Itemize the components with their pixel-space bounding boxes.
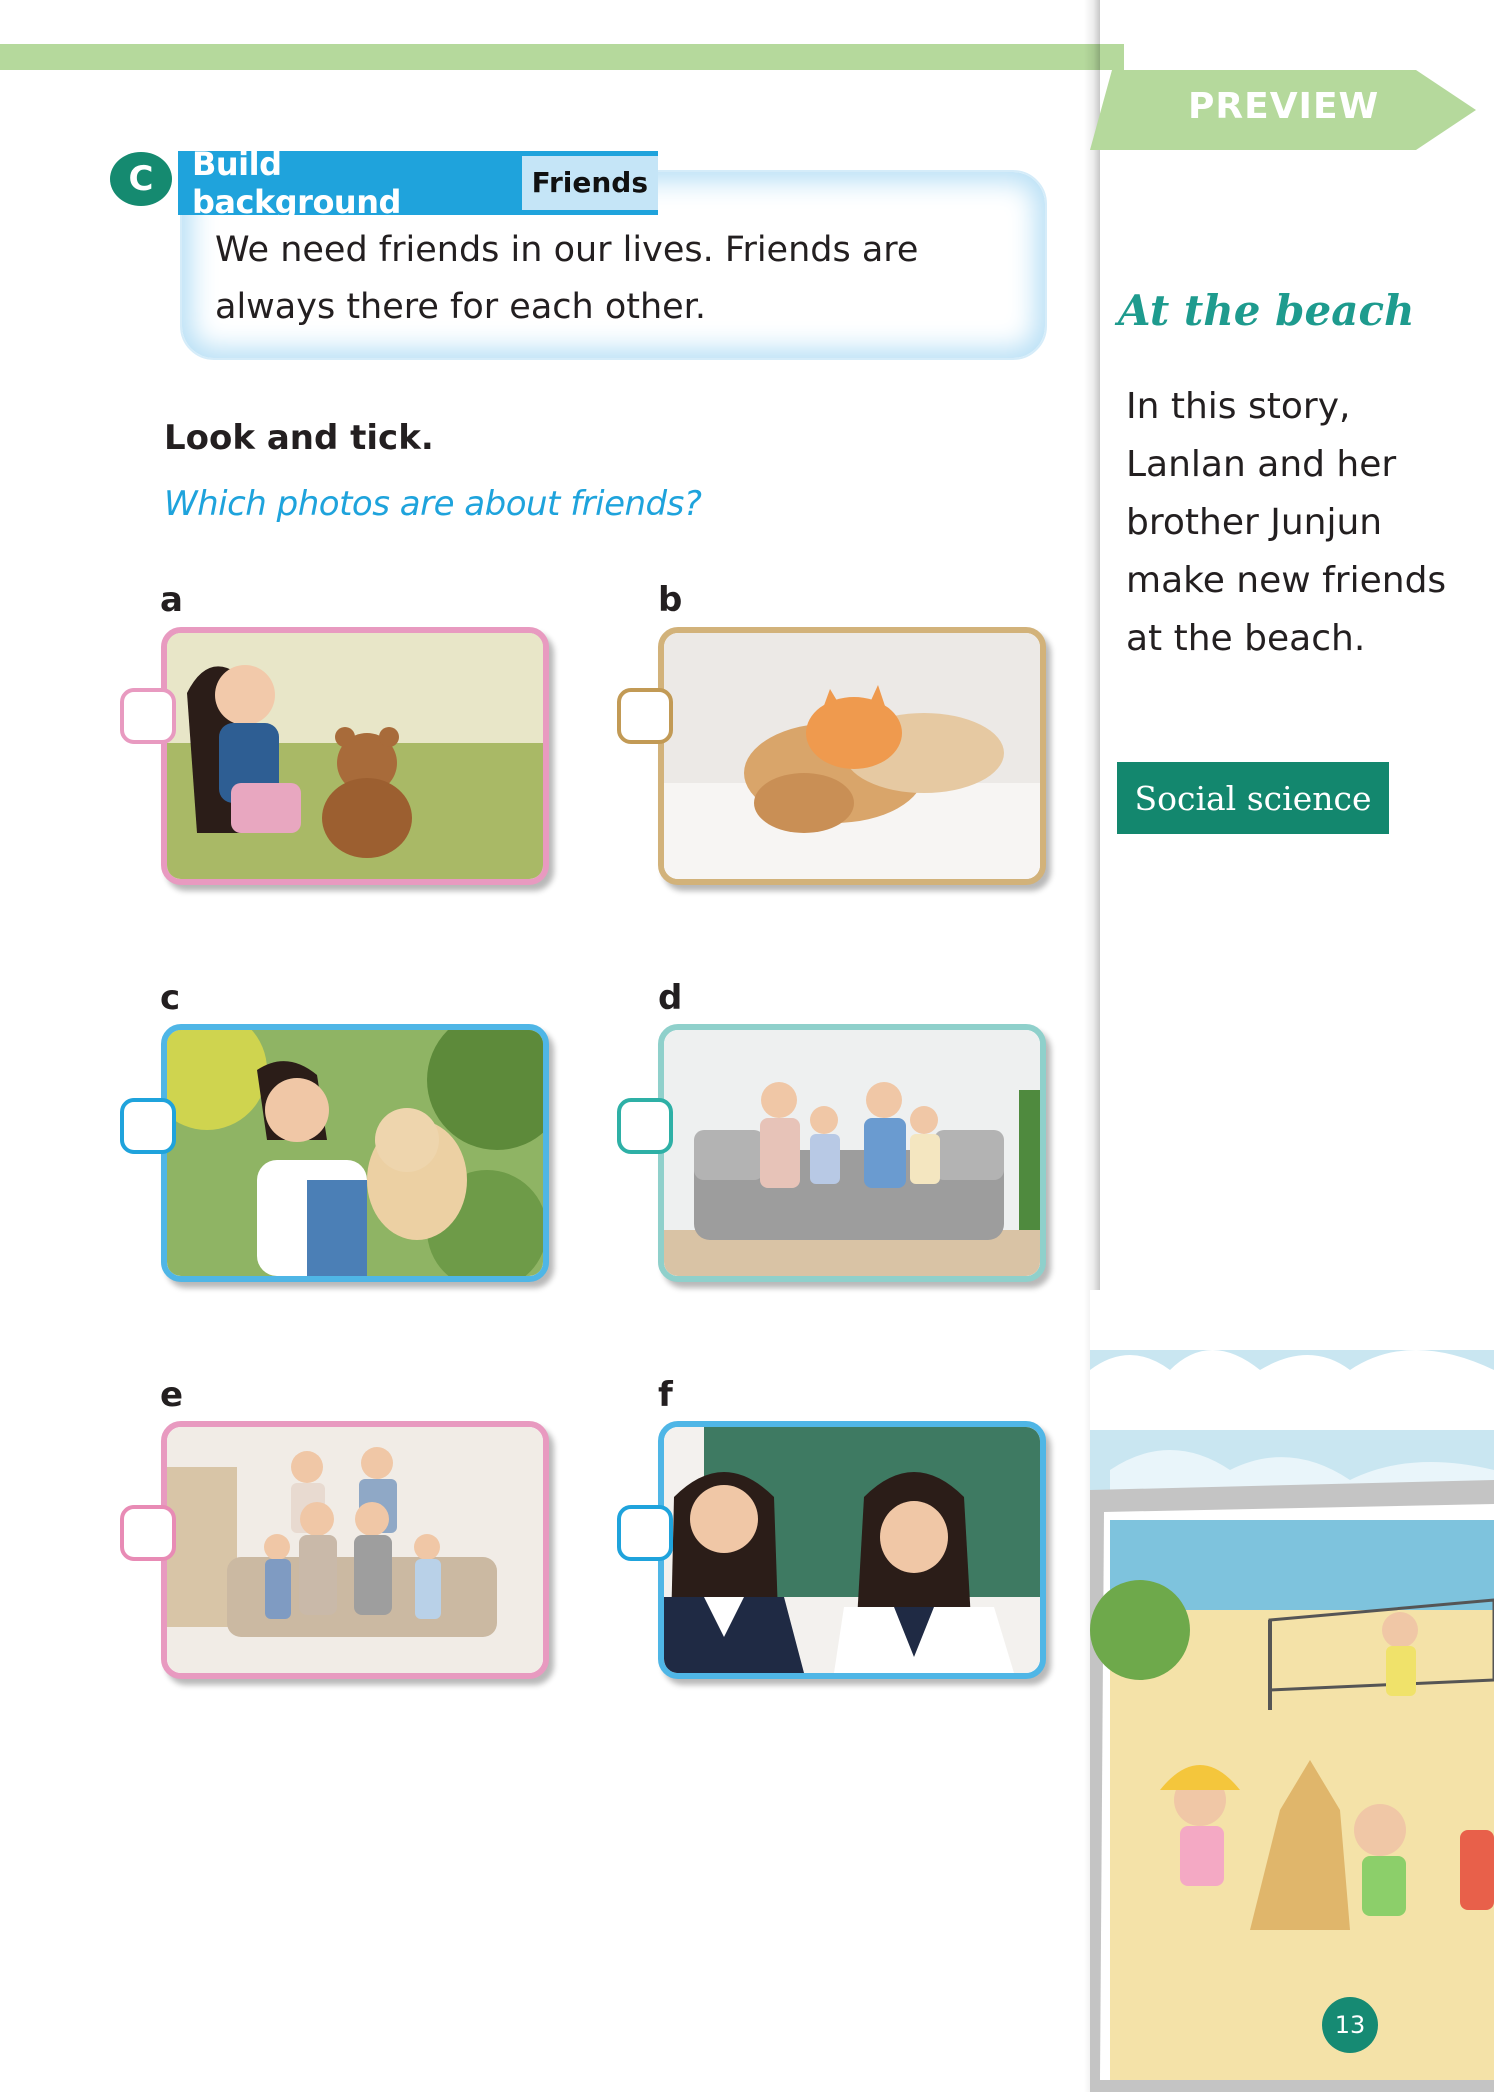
photo-image [167,633,543,879]
checkbox-c[interactable] [120,1098,176,1154]
activity-question: Which photos are about friends? [164,484,702,524]
photo-label-f: f [658,1375,673,1415]
checkbox-d[interactable] [617,1098,673,1154]
photo-image [167,1030,543,1276]
build-background-tab: Build background Friends [178,145,658,221]
photo-puppy-and-kitten [658,627,1046,885]
beach-illustration [1090,1290,1494,2092]
section-letter-badge: C [110,152,172,206]
section-text: We need friends in our lives. Friends ar… [215,230,919,327]
photo-girl-with-puppy [161,1024,549,1282]
top-accent-bar [0,44,1124,70]
section-topic: Friends [521,156,658,210]
photo-image [664,633,1040,879]
section-title: Build background [192,145,401,221]
photo-label-c: c [160,978,181,1018]
story-title: At the beach [1118,286,1415,335]
checkbox-e[interactable] [120,1505,176,1561]
activity-instruction: Look and tick. [164,418,434,458]
page-number: 13 [1322,1997,1378,2053]
photo-grandparents-and-family [161,1421,549,1679]
photo-label-a: a [160,580,183,620]
photo-family-on-sofa [658,1024,1046,1282]
story-summary: In this story, Lanlan and her brother Ju… [1126,386,1447,659]
photo-girl-with-teddy-bear [161,627,549,885]
checkbox-f[interactable] [617,1505,673,1561]
photo-label-d: d [658,978,683,1018]
photo-image [664,1427,1040,1673]
checkbox-a[interactable] [120,688,176,744]
subject-badge: Social science [1117,762,1389,834]
checkbox-b[interactable] [617,688,673,744]
photo-label-e: e [160,1375,184,1415]
photo-image [664,1030,1040,1276]
photo-image [167,1427,543,1673]
photo-schoolgirls-in-classroom [658,1421,1046,1679]
preview-label: PREVIEW [1188,86,1380,127]
beach-scene-image [1090,1290,1494,2092]
photo-label-b: b [658,580,683,620]
